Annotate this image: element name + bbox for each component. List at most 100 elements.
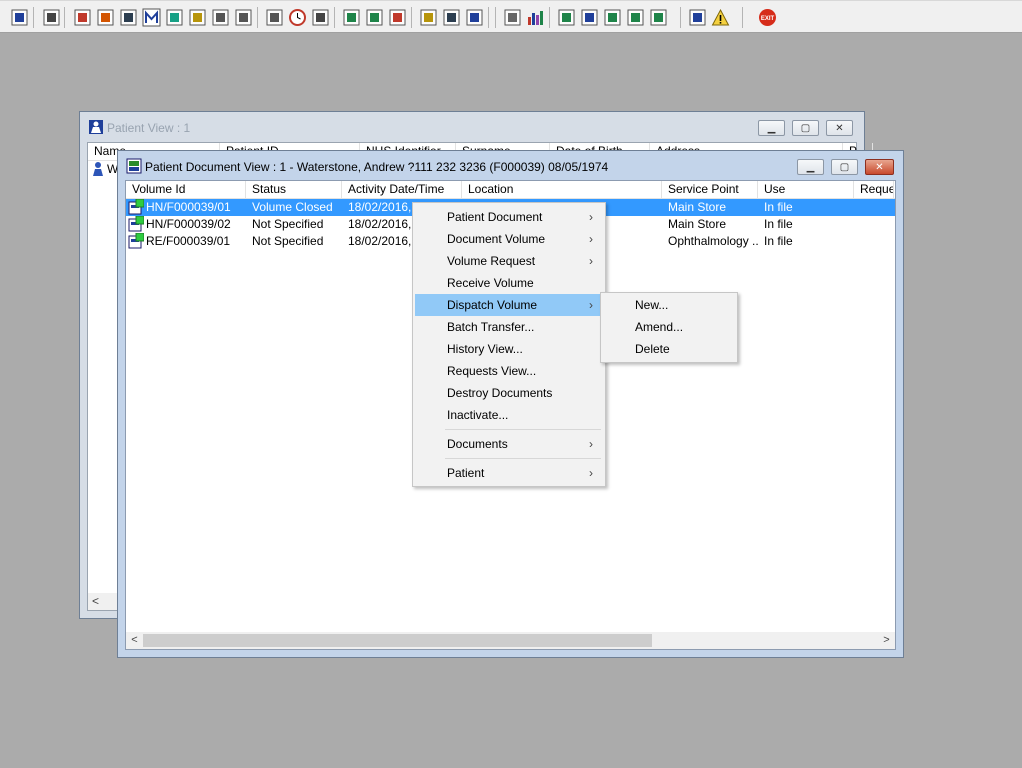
cell-use: In file: [764, 200, 793, 214]
m-icon: [142, 8, 161, 27]
menu-item-label: Inactivate...: [447, 408, 509, 422]
menu-item-label: Document Volume: [447, 232, 546, 246]
folder-button[interactable]: [96, 8, 115, 27]
submenu-item-new[interactable]: New...: [603, 294, 735, 316]
globe2-button[interactable]: [557, 8, 576, 27]
edit-button[interactable]: [188, 8, 207, 27]
cell-volume-id: HN/F000039/02: [146, 217, 231, 231]
swap-button[interactable]: [688, 8, 707, 27]
user-icon: [10, 8, 29, 27]
menu-item-volume-request[interactable]: Volume Request ›: [415, 250, 603, 272]
menu-item-history-view[interactable]: History View...: [415, 338, 603, 360]
exit-button[interactable]: EXIT: [758, 8, 777, 27]
book-button[interactable]: [73, 8, 92, 27]
m-button[interactable]: [142, 8, 161, 27]
chevron-right-icon: ›: [589, 437, 593, 451]
printer-button[interactable]: [42, 8, 61, 27]
document2-icon: [365, 8, 384, 27]
chevron-right-icon: ›: [589, 232, 593, 246]
monitor-button[interactable]: [311, 8, 330, 27]
cell-status: Not Specified: [252, 217, 324, 231]
menu-item-requests-view[interactable]: Requests View...: [415, 360, 603, 382]
menu-item-document-volume[interactable]: Document Volume ›: [415, 228, 603, 250]
close-icon: ✕: [835, 122, 844, 134]
transfer4-button[interactable]: [649, 8, 668, 27]
minimize-button[interactable]: ▁: [797, 159, 824, 175]
volume-col-header[interactable]: Activity Date/Time: [342, 181, 462, 198]
maximize-button[interactable]: ▢: [792, 120, 819, 136]
submenu-item-amend[interactable]: Amend...: [603, 316, 735, 338]
volume-col-header[interactable]: Volume Id: [126, 181, 246, 198]
clock-button[interactable]: [288, 8, 307, 27]
maximize-icon: ▢: [800, 122, 811, 134]
menu-item-label: Volume Request: [447, 254, 536, 268]
document2-button[interactable]: [365, 8, 384, 27]
warning-button[interactable]: [711, 8, 730, 27]
menu-separator: [445, 458, 601, 459]
patient-view-titlebar[interactable]: Patient View : 1 ▁ ▢ ✕: [80, 112, 864, 142]
search-button[interactable]: [265, 8, 284, 27]
menu-item-batch-transfer[interactable]: Batch Transfer...: [415, 316, 603, 338]
maximize-button[interactable]: ▢: [831, 159, 858, 175]
scroll-thumb[interactable]: [143, 634, 652, 647]
menu-item-receive-volume[interactable]: Receive Volume: [415, 272, 603, 294]
person-icon: [165, 8, 184, 27]
volume-col-header[interactable]: Status: [246, 181, 342, 198]
exit-label: EXIT: [761, 16, 775, 22]
submenu-item-delete[interactable]: Delete: [603, 338, 735, 360]
volume-col-header[interactable]: Reque: [854, 181, 894, 198]
user-button[interactable]: [10, 8, 29, 27]
person-button[interactable]: [165, 8, 184, 27]
transfer-icon: [580, 8, 599, 27]
warning-icon: [711, 8, 730, 27]
transfer3-icon: [626, 8, 645, 27]
menu-item-inactivate[interactable]: Inactivate...: [415, 404, 603, 426]
context-menu: Patient Document › Document Volume › Volume …: [412, 202, 606, 487]
scroll-right-icon[interactable]: >: [878, 632, 895, 649]
document-view-titlebar[interactable]: Patient Document View : 1 - Waterstone, …: [118, 151, 903, 181]
volume-list-hscroll[interactable]: < >: [126, 632, 895, 649]
register-button[interactable]: [119, 8, 138, 27]
cell-service-point: Main Store: [668, 200, 727, 214]
toolbar-separator: [411, 7, 412, 28]
scroll-left-icon[interactable]: <: [126, 632, 143, 649]
menu-item-dispatch-volume[interactable]: Dispatch Volume ›: [415, 294, 603, 316]
cell-status: Not Specified: [252, 234, 324, 248]
person2-button[interactable]: [465, 8, 484, 27]
dispatch-volume-submenu: New... Amend... Delete: [600, 292, 738, 363]
close-button[interactable]: ✕: [826, 120, 853, 136]
menu-item-patient[interactable]: Patient ›: [415, 462, 603, 484]
page-icon: [503, 8, 522, 27]
notes-icon: [419, 8, 438, 27]
toolbar-separator: [334, 7, 335, 28]
edit-icon: [188, 8, 207, 27]
scroll-left-icon[interactable]: <: [92, 594, 99, 608]
document-view-title: Patient Document View : 1 - Waterstone, …: [145, 160, 609, 174]
globe-icon: [388, 8, 407, 27]
transfer-button[interactable]: [580, 8, 599, 27]
printer2-icon: [442, 8, 461, 27]
notes-button[interactable]: [419, 8, 438, 27]
transfer2-button[interactable]: [603, 8, 622, 27]
transfer3-button[interactable]: [626, 8, 645, 27]
document-icon: [342, 8, 361, 27]
toolbar-separator: [488, 7, 489, 28]
clock-icon: [288, 8, 307, 27]
patient-hscroll[interactable]: <: [88, 593, 118, 610]
tools2-button[interactable]: [234, 8, 253, 27]
minimize-button[interactable]: ▁: [758, 120, 785, 136]
close-button[interactable]: ✕: [865, 159, 894, 175]
menu-item-patient-document[interactable]: Patient Document ›: [415, 206, 603, 228]
menu-item-documents[interactable]: Documents ›: [415, 433, 603, 455]
volume-col-header[interactable]: Use: [758, 181, 854, 198]
patient-icon: [89, 120, 103, 134]
volume-col-header[interactable]: Service Point: [662, 181, 758, 198]
chart-button[interactable]: [526, 8, 545, 27]
globe-button[interactable]: [388, 8, 407, 27]
page-button[interactable]: [503, 8, 522, 27]
volume-col-header[interactable]: Location: [462, 181, 662, 198]
printer2-button[interactable]: [442, 8, 461, 27]
document-button[interactable]: [342, 8, 361, 27]
menu-item-destroy-documents[interactable]: Destroy Documents: [415, 382, 603, 404]
tools-button[interactable]: [211, 8, 230, 27]
